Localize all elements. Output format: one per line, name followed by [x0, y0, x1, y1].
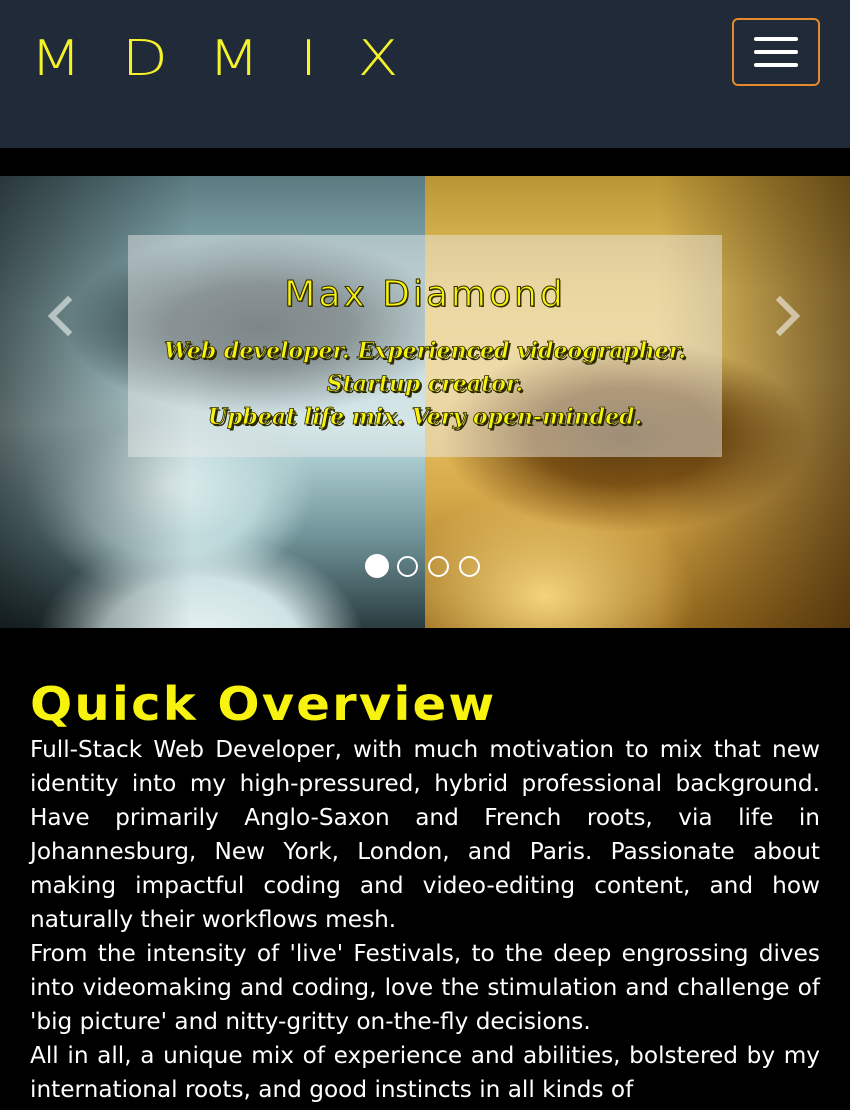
chevron-left-icon [47, 295, 73, 337]
carousel-indicators [365, 554, 490, 578]
caption-text: Web developer. Experienced videographer.… [128, 335, 722, 434]
caption-title: Max Diamond [284, 274, 566, 315]
brand-logo[interactable]: MDMIX [30, 30, 439, 87]
caption-line: Upbeat life mix. Very open-minded. [207, 404, 643, 431]
overview-heading: Quick Overview [30, 677, 497, 731]
carousel-indicator-2[interactable] [397, 555, 418, 577]
overview-paragraph: Full-Stack Web Developer, with much moti… [30, 736, 820, 933]
hamburger-icon [754, 63, 798, 67]
menu-toggle-button[interactable] [732, 18, 820, 86]
carousel-caption: Max Diamond Web developer. Experienced v… [128, 235, 722, 457]
navbar: MDMIX [0, 0, 850, 148]
overview-paragraph: All in all, a unique mix of experience a… [30, 1042, 820, 1103]
hamburger-icon [754, 50, 798, 54]
hero-carousel: Max Diamond Web developer. Experienced v… [0, 176, 850, 628]
carousel-indicator-3[interactable] [428, 555, 449, 577]
carousel-prev-button[interactable] [40, 294, 84, 338]
carousel-indicator-1[interactable] [365, 554, 389, 578]
overview-paragraph: From the intensity of 'live' Festivals, … [30, 940, 820, 1035]
hamburger-icon [754, 37, 798, 41]
overview-body: Full-Stack Web Developer, with much moti… [30, 733, 820, 1107]
caption-line: Web developer. Experienced videographer. [163, 338, 687, 365]
caption-line: Startup creator. [326, 371, 524, 398]
carousel-next-button[interactable] [766, 294, 810, 338]
chevron-right-icon [775, 295, 801, 337]
carousel-indicator-4[interactable] [459, 555, 480, 577]
